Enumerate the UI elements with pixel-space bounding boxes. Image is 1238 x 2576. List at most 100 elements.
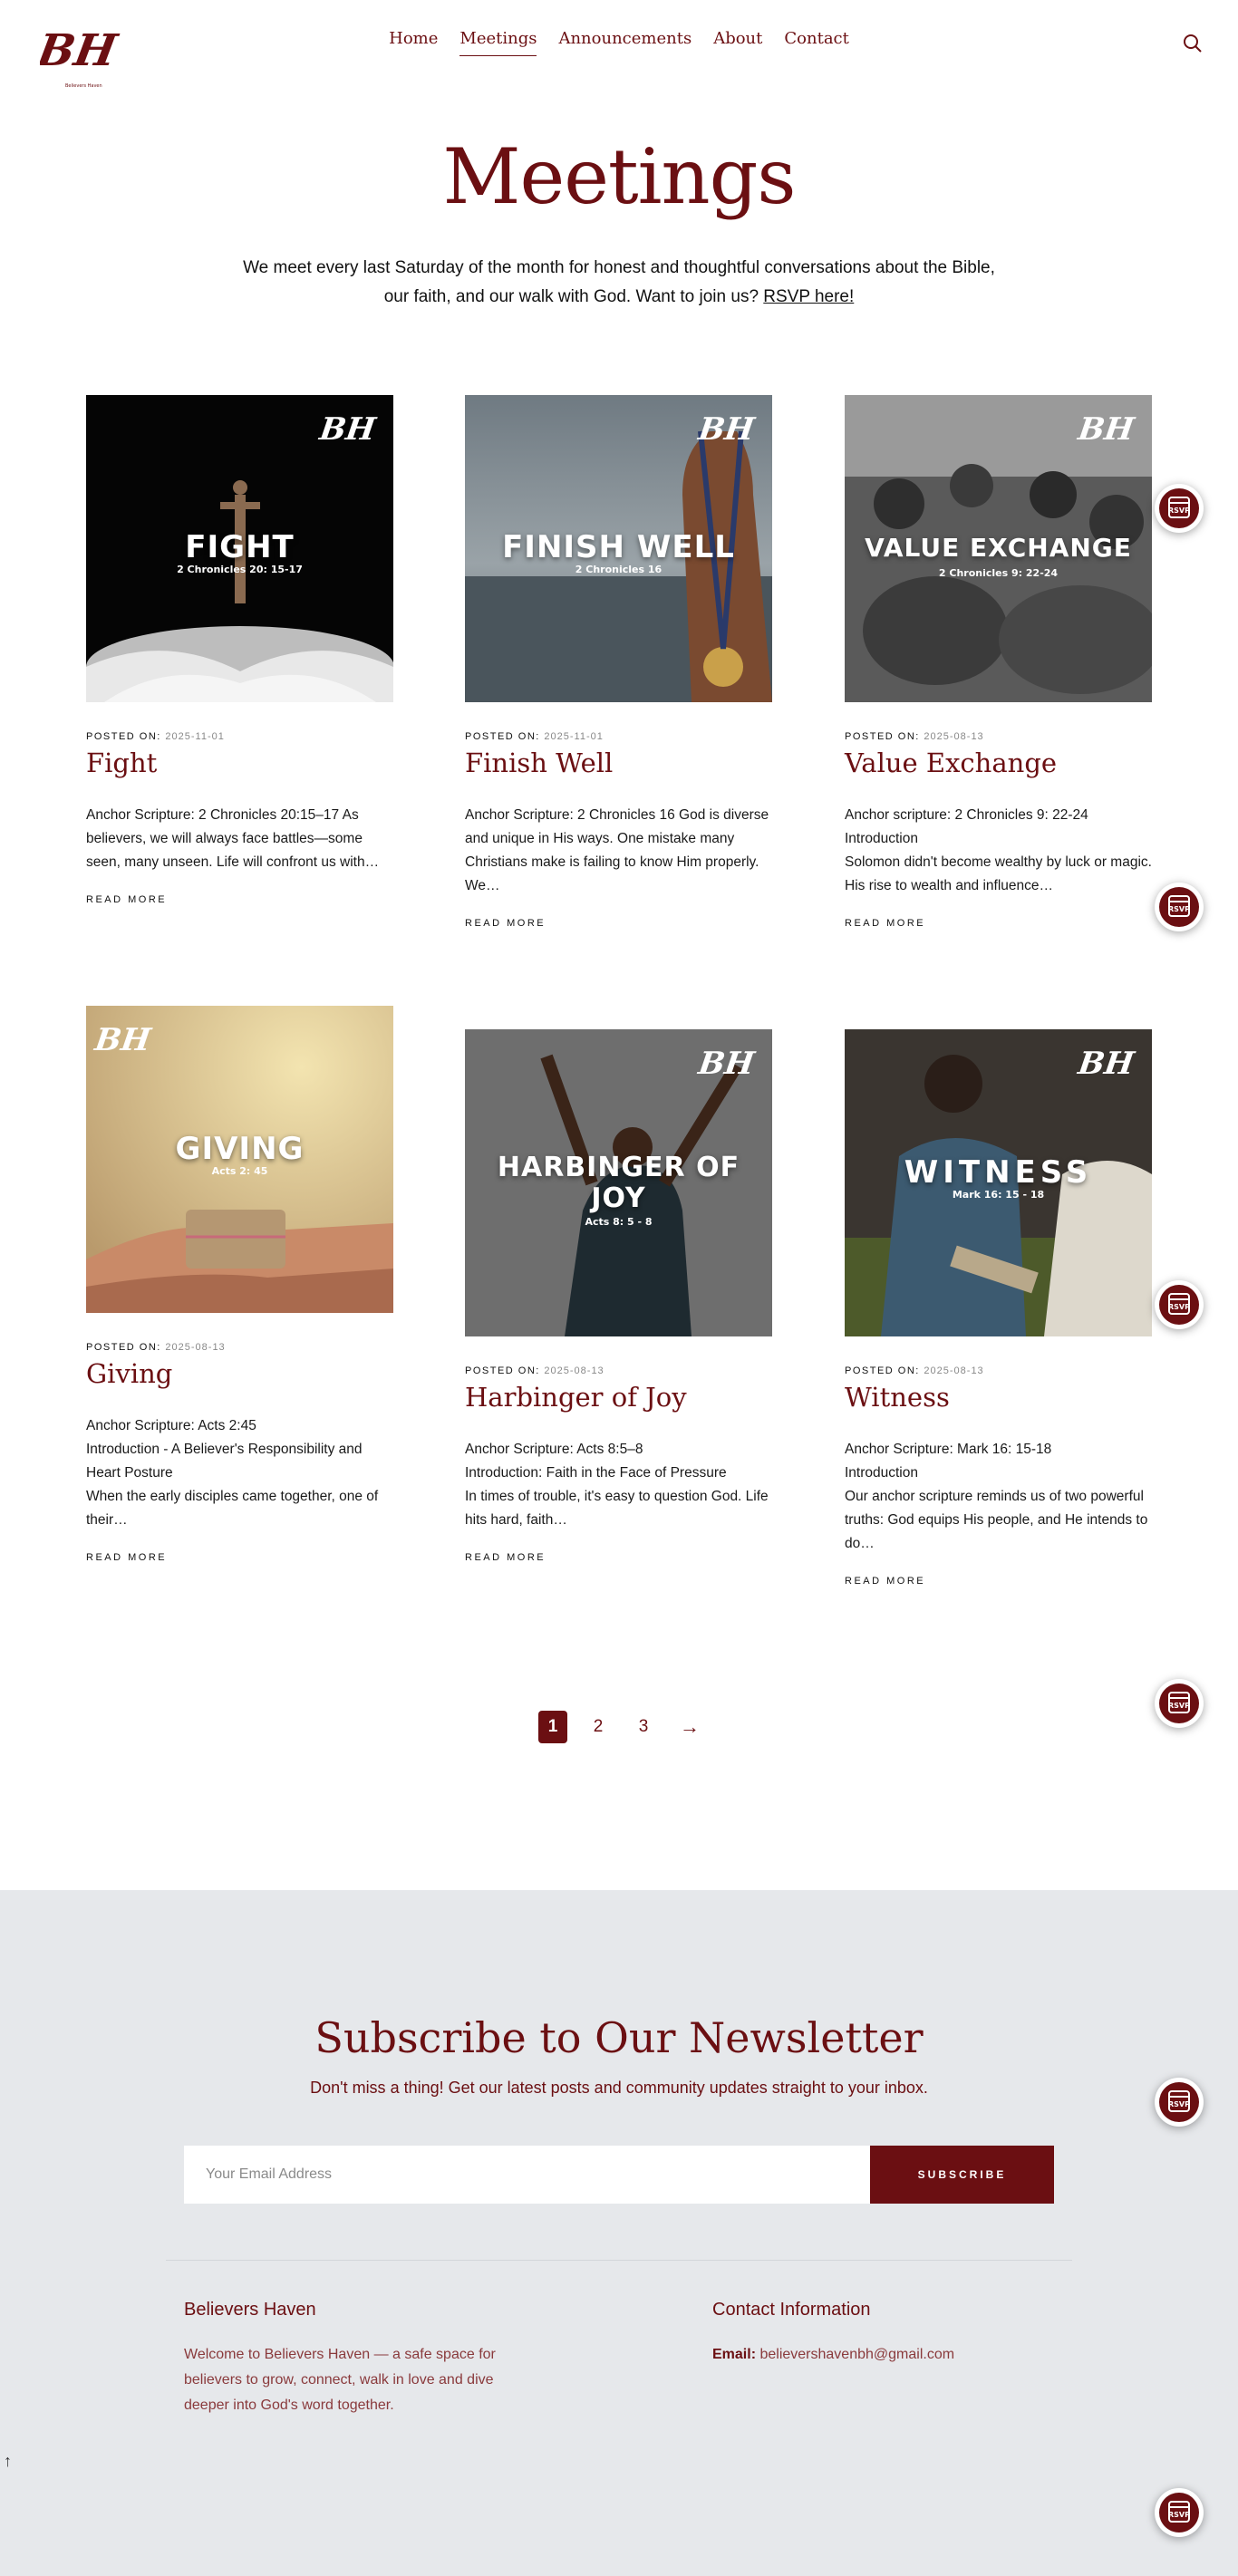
post-excerpt: Anchor Scripture: Acts 8:5–8 Introductio… [465,1442,769,1528]
thumbnail-scripture: 2 Chronicles 20: 15-17 [177,564,303,575]
read-more-link[interactable]: READ MORE [86,1552,167,1563]
post-title[interactable]: Finish Well [465,748,772,778]
post-excerpt: Anchor Scripture: 2 Chronicles 20:15–17 … [86,807,380,870]
rsvp-label: RSVP [1168,1702,1190,1710]
thumbnail-scripture: Mark 16: 15 - 18 [952,1189,1045,1201]
rsvp-calendar-icon[interactable]: RSVP [1155,484,1204,533]
page-1-button[interactable]: 1 [538,1711,567,1743]
footer-about-title: Believers Haven [184,2300,316,2320]
rsvp-calendar-icon[interactable]: RSVP [1155,1280,1204,1329]
posted-label: POSTED ON: [845,1365,920,1376]
thumbnail-title: WITNESS [904,1154,1093,1191]
posted-label: POSTED ON: [465,731,540,742]
page-2-button[interactable]: 2 [584,1711,613,1743]
footer-contact-line: Email: believershavenbh@gmail.com [712,2342,1057,2368]
post-date: POSTED ON: 2025-11-01 [86,731,393,742]
intro-text: We meet every last Saturday of the month… [229,254,1009,312]
next-page-arrow-icon[interactable]: → [680,1715,700,1739]
rsvp-badge-inner: RSVP [1159,1684,1199,1723]
post-excerpt: Anchor Scripture: Acts 2:45 Introduction… [86,1418,379,1528]
thumbnail-title: VALUE EXCHANGE [865,533,1132,563]
nav-meetings[interactable]: Meetings [459,29,537,56]
post-thumbnail[interactable]: BH VALUE EXCHANGE 2 Chronicles 9: 22-24 [845,395,1152,702]
post-thumbnail[interactable]: BH WITNESS Mark 16: 15 - 18 [845,1029,1152,1336]
nav-announcements[interactable]: Announcements [558,29,692,56]
post-card: BH FINISH WELL 2 Chronicles 16 POSTED ON… [465,395,772,931]
date-value: 2025-08-13 [924,1365,984,1376]
post-excerpt: Anchor scripture: 2 Chronicles 9: 22-24 … [845,807,1152,893]
read-more-link[interactable]: READ MORE [845,918,925,929]
email-label: Email: [712,2347,757,2362]
posted-label: POSTED ON: [465,1365,540,1376]
nav-about[interactable]: About [713,29,762,56]
site-footer: Subscribe to Our Newsletter Don't miss a… [0,1890,1238,2576]
date-value: 2025-08-13 [544,1365,604,1376]
thumbnail-title: HARBINGER OF JOY [497,1152,740,1214]
email-link[interactable]: believershavenbh@gmail.com [759,2347,954,2362]
thumbnail-scripture: 2 Chronicles 9: 22-24 [938,567,1059,579]
main-nav: Home Meetings Announcements About Contac… [0,29,1238,56]
post-thumbnail[interactable]: BH FIGHT 2 Chronicles 20: 15-17 [86,395,393,702]
nav-home[interactable]: Home [389,29,438,56]
logo-tagline: Believers Haven [65,83,102,89]
date-value: 2025-08-13 [924,731,984,742]
post-thumbnail[interactable]: BH HARBINGER OF JOY Acts 8: 5 - 8 [465,1029,772,1336]
read-more-link[interactable]: READ MORE [465,1552,546,1563]
rsvp-calendar-icon[interactable]: RSVP [1155,2078,1204,2127]
post-title[interactable]: Harbinger of Joy [465,1382,772,1413]
footer-contact-title: Contact Information [712,2300,871,2320]
post-thumbnail[interactable]: BH GIVING Acts 2: 45 [86,1006,393,1313]
site-header: BH Believers Haven Home Meetings Announc… [0,0,1238,118]
thumbnail-logo: BH [317,411,378,448]
rsvp-label: RSVP [1168,507,1190,515]
footer-divider [166,2260,1072,2261]
post-excerpt: Anchor Scripture: 2 Chronicles 16 God is… [465,807,769,893]
post-title[interactable]: Witness [845,1382,1152,1413]
thumbnail-logo: BH [1076,411,1136,448]
thumbnail-title: FIGHT [185,529,295,565]
rsvp-calendar-icon[interactable]: RSVP [1155,883,1204,931]
read-more-link[interactable]: READ MORE [845,1576,925,1587]
rsvp-badge-inner: RSVP [1159,1285,1199,1325]
nav-contact[interactable]: Contact [784,29,848,56]
rsvp-label: RSVP [1168,1303,1190,1311]
pagination: 1 2 3 → [0,1711,1238,1743]
rsvp-calendar-icon[interactable]: RSVP [1155,1679,1204,1728]
thumbnail-title: GIVING [175,1131,305,1167]
post-title[interactable]: Value Exchange [845,748,1152,778]
rsvp-link[interactable]: RSVP here! [763,287,854,306]
footer-contact: Contact Information Email: believershave… [712,2300,1057,2368]
post-excerpt: Anchor Scripture: Mark 16: 15-18 Introdu… [845,1442,1148,1551]
posted-label: POSTED ON: [86,1342,161,1353]
post-thumbnail[interactable]: BH FINISH WELL 2 Chronicles 16 [465,395,772,702]
post-card: BH WITNESS Mark 16: 15 - 18 POSTED ON: 2… [845,1029,1152,1588]
thumbnail-logo: BH [92,1022,153,1058]
footer-about-text: Welcome to Believers Haven — a safe spac… [184,2347,496,2413]
post-card: BH GIVING Acts 2: 45 POSTED ON: 2025-08-… [86,1006,393,1565]
rsvp-badge-inner: RSVP [1159,2082,1199,2122]
read-more-link[interactable]: READ MORE [86,894,167,905]
thumbnail-title: FINISH WELL [502,529,735,565]
post-title[interactable]: Giving [86,1358,393,1389]
post-date: POSTED ON: 2025-08-13 [465,1365,772,1376]
back-to-top-arrow-icon[interactable]: ↑ [4,2452,12,2471]
subscribe-button[interactable]: SUBSCRIBE [870,2146,1054,2204]
rsvp-calendar-icon[interactable]: RSVP [1155,2488,1204,2537]
search-icon[interactable] [1182,33,1204,54]
email-input[interactable] [184,2146,870,2204]
newsletter-form: SUBSCRIBE [184,2146,1054,2204]
post-date: POSTED ON: 2025-08-13 [86,1342,393,1353]
page-3-button[interactable]: 3 [629,1711,658,1743]
rsvp-badge-inner: RSVP [1159,2493,1199,2533]
read-more-link[interactable]: READ MORE [465,918,546,929]
thumbnail-scripture: Acts 8: 5 - 8 [585,1216,653,1228]
footer-about: Believers Haven Welcome to Believers Hav… [184,2300,528,2418]
post-title[interactable]: Fight [86,748,393,778]
posted-label: POSTED ON: [86,731,161,742]
post-card: BH VALUE EXCHANGE 2 Chronicles 9: 22-24 … [845,395,1152,931]
rsvp-label: RSVP [1168,905,1190,913]
thumbnail-logo: BH [1076,1046,1136,1082]
newsletter-subtitle: Don't miss a thing! Get our latest posts… [310,2079,928,2097]
post-card: BH HARBINGER OF JOY Acts 8: 5 - 8 POSTED… [465,1029,772,1565]
thumbnail-logo: BH [696,1046,757,1082]
